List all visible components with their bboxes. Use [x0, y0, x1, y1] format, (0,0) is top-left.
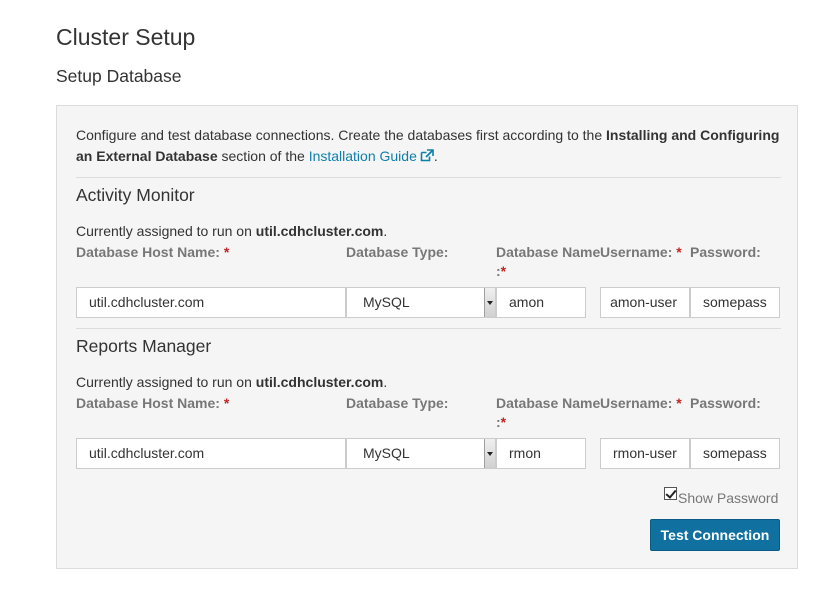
- username-value: amon-user: [610, 294, 677, 310]
- type-label: Database Type:: [346, 244, 449, 260]
- assigned-suffix: .: [383, 223, 388, 239]
- host-input[interactable]: util.cdhcluster.com: [76, 438, 346, 469]
- assigned-host-text: Currently assigned to run on util.cdhclu…: [76, 223, 387, 239]
- username-input[interactable]: amon-user: [600, 287, 690, 318]
- username-label: Username: *: [600, 243, 682, 262]
- db-type-select[interactable]: MySQL: [346, 438, 496, 469]
- intro-text-end: .: [433, 147, 438, 164]
- host-label-text: Database Host Name:: [76, 244, 220, 260]
- external-link-icon: [420, 148, 434, 161]
- username-label-text: Username:: [600, 395, 673, 411]
- db-name-label-text: Database Name: [496, 244, 601, 260]
- test-connection-button[interactable]: Test Connection: [650, 519, 780, 551]
- intro-text: Configure and test database connections.…: [76, 125, 781, 166]
- db-name-label-text: Database Name: [496, 395, 601, 411]
- intro-text-start: Configure and test database connections.…: [76, 127, 606, 143]
- db-name-label: Database Name:*: [496, 243, 600, 281]
- assigned-host: util.cdhcluster.com: [255, 223, 384, 239]
- username-label-text: Username:: [600, 244, 673, 260]
- assigned-host-text: Currently assigned to run on util.cdhclu…: [76, 374, 387, 390]
- type-label: Database Type:: [346, 395, 449, 411]
- page-subtitle: Setup Database: [56, 66, 182, 86]
- db-type-value: MySQL: [363, 294, 410, 310]
- page-title: Cluster Setup: [56, 24, 196, 50]
- chevron-down-icon: [484, 439, 495, 468]
- required-mark: *: [500, 414, 507, 430]
- host-label: Database Host Name: *: [76, 243, 229, 262]
- host-input[interactable]: util.cdhcluster.com: [76, 287, 346, 318]
- required-mark: *: [223, 395, 230, 411]
- required-mark: *: [676, 244, 682, 260]
- assigned-suffix: .: [383, 374, 388, 390]
- intro-text-mid: section of the: [217, 147, 309, 164]
- password-input[interactable]: somepass: [690, 287, 780, 318]
- password-label: Password:: [690, 395, 761, 411]
- db-name-input[interactable]: rmon: [496, 438, 586, 469]
- required-mark: *: [500, 263, 507, 279]
- password-label: Password:: [690, 244, 761, 260]
- installation-guide-link-label: Installation Guide: [308, 147, 417, 164]
- host-label-text: Database Host Name:: [76, 395, 220, 411]
- db-type-value: MySQL: [363, 445, 410, 461]
- db-name-input[interactable]: amon: [496, 287, 586, 318]
- section-title: Reports Manager: [76, 336, 212, 356]
- username-label: Username: *: [600, 394, 682, 413]
- required-mark: *: [676, 395, 682, 411]
- show-password-label: Show Password: [678, 490, 779, 506]
- divider: [76, 328, 781, 329]
- show-password-toggle[interactable]: Show Password: [664, 486, 779, 506]
- section-title: Activity Monitor: [76, 185, 195, 205]
- assigned-prefix: Currently assigned to run on: [76, 223, 256, 239]
- db-name-label: Database Name:*: [496, 394, 600, 432]
- required-mark: *: [223, 244, 230, 260]
- username-input[interactable]: rmon-user: [600, 438, 690, 469]
- assigned-host: util.cdhcluster.com: [255, 374, 384, 390]
- assigned-prefix: Currently assigned to run on: [76, 374, 256, 390]
- database-setup-panel: Configure and test database connections.…: [56, 105, 798, 569]
- password-input[interactable]: somepass: [690, 438, 780, 469]
- chevron-down-icon: [484, 288, 495, 317]
- db-type-select[interactable]: MySQL: [346, 287, 496, 318]
- divider: [76, 177, 781, 178]
- host-label: Database Host Name: *: [76, 394, 229, 413]
- show-password-checkbox[interactable]: [664, 486, 677, 500]
- installation-guide-link[interactable]: Installation Guide: [309, 148, 434, 164]
